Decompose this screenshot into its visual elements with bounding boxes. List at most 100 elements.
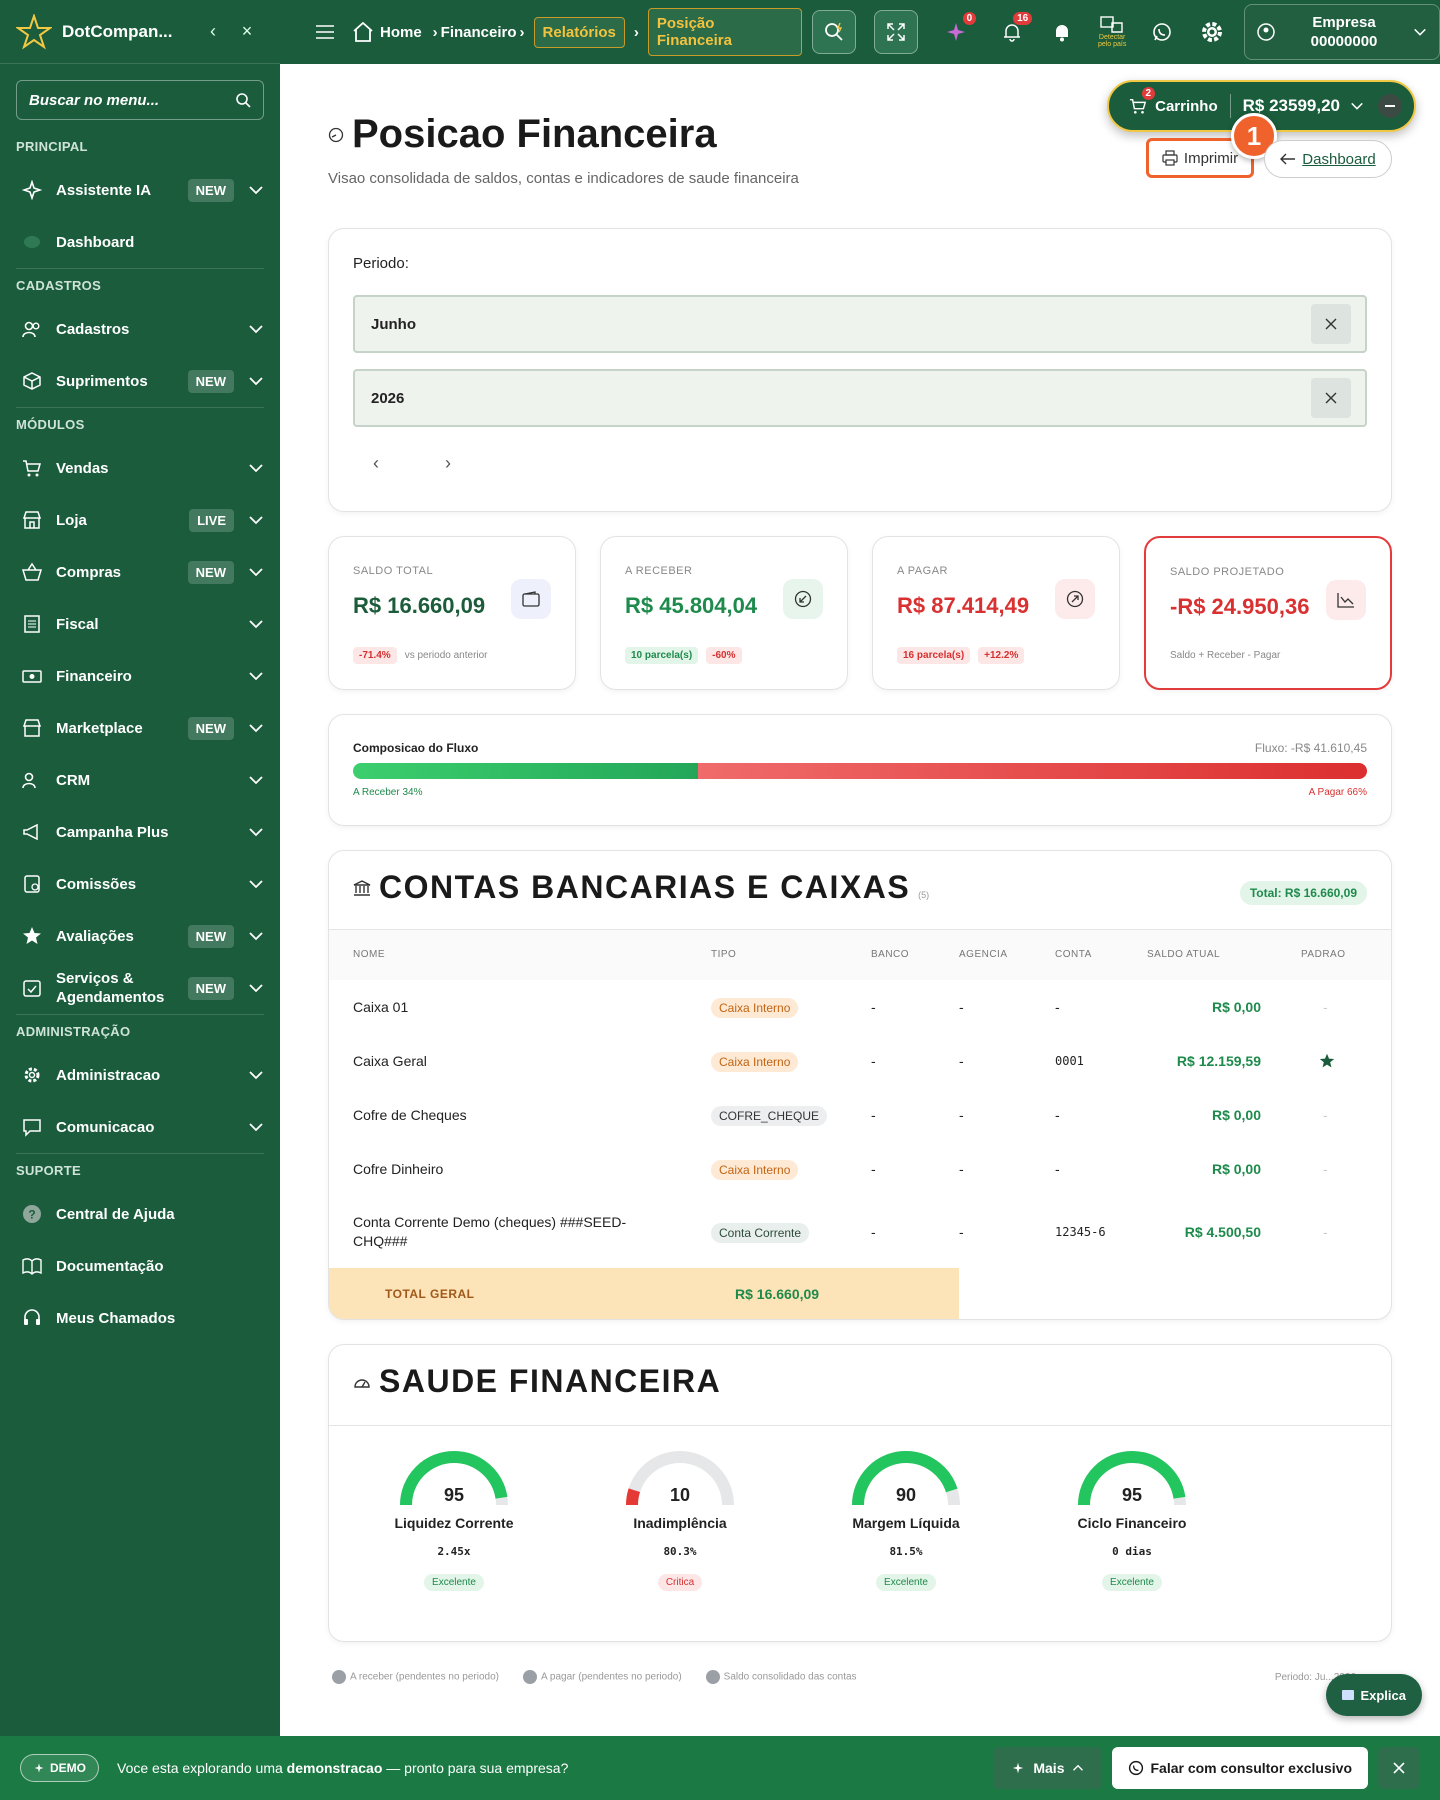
table-row[interactable]: Caixa 01 Caixa Interno - - - R$ 0,00 - (329, 980, 1391, 1034)
back-dashboard-button[interactable]: Dashboard (1264, 140, 1392, 178)
breadcrumb-relatorios[interactable]: Relatórios (533, 16, 625, 48)
sidebar: DotCompan... ‹ × Buscar no menu... PRINC… (0, 0, 280, 1736)
table-row[interactable]: Cofre Dinheiro Caixa Interno - - - R$ 0,… (329, 1142, 1391, 1196)
sidebar-item-label: Suprimentos (56, 372, 148, 390)
sidebar-item-dashboard[interactable]: Dashboard (0, 216, 280, 268)
sidebar-item-suprimentos[interactable]: Suprimentos NEW (0, 355, 280, 407)
demo-banner: DEMO Voce esta explorando uma demonstrac… (0, 1736, 1440, 1800)
next-period-button[interactable]: › (445, 453, 451, 474)
sidebar-item-campanha-plus[interactable]: Campanha Plus (0, 806, 280, 858)
smart-search-button[interactable] (812, 10, 857, 54)
breadcrumb-home[interactable]: Home (352, 22, 422, 42)
sidebar-item-cadastros[interactable]: Cadastros (0, 303, 280, 355)
gear-icon (24, 1067, 40, 1083)
gauge-metric: 81.5% (889, 1545, 923, 1558)
sparkle-icon (34, 1763, 44, 1773)
sidebar-item-comissoes[interactable]: Comissões (0, 858, 280, 910)
kpi-change: -60% (706, 647, 742, 664)
breadcrumb-financeiro[interactable]: Financeiro (441, 24, 517, 41)
settings-button[interactable] (1190, 10, 1234, 54)
sidebar-item-avaliacoes[interactable]: Avaliações NEW (0, 910, 280, 962)
account-name: Conta Corrente Demo (cheques) ###SEED-CH… (353, 1213, 627, 1249)
talk-consultant-button[interactable]: Falar com consultor exclusivo (1112, 1747, 1368, 1789)
sidebar-item-marketplace[interactable]: Marketplace NEW (0, 702, 280, 754)
close-sidebar-icon[interactable]: × (230, 21, 264, 42)
whatsapp-icon (1153, 23, 1171, 41)
table-row[interactable]: Conta Corrente Demo (cheques) ###SEED-CH… (329, 1196, 1391, 1268)
account-banco: - (871, 1160, 876, 1177)
collapse-sidebar-icon[interactable]: ‹ (196, 21, 230, 42)
breadcrumb-posicao[interactable]: Posição Financeira (647, 8, 803, 56)
company-code: 00000000 (1310, 33, 1378, 50)
company-selector[interactable]: Empresa 00000000 (1244, 4, 1440, 60)
sidebar-item-label: Comissões (56, 875, 137, 893)
bell-outline-icon (1004, 24, 1021, 42)
cart-icon (1130, 98, 1147, 114)
month-select[interactable]: Junho (353, 295, 1367, 353)
bell-icon (1054, 25, 1071, 42)
sidebar-item-central-ajuda[interactable]: ? Central de Ajuda (0, 1188, 280, 1240)
more-button[interactable]: Mais (993, 1747, 1103, 1789)
demo-msg-bold: demonstracao (286, 1760, 383, 1776)
alerts-button[interactable] (1040, 10, 1084, 54)
account-padrao: - (1323, 1106, 1328, 1123)
explica-button[interactable]: Explica (1326, 1674, 1422, 1716)
arrow-down-left-circle-icon (783, 579, 823, 619)
hamburger-icon[interactable] (316, 25, 334, 39)
notifications-button[interactable]: 16 (990, 10, 1034, 54)
ai-sparkle-button[interactable]: 0 (934, 10, 978, 54)
chevron-down-icon (249, 464, 263, 473)
new-badge: NEW (187, 924, 234, 948)
clear-year-button[interactable] (1311, 378, 1351, 418)
sidebar-item-servicos[interactable]: Serviços & Agendamentos NEW (0, 962, 280, 1014)
sidebar-item-vendas[interactable]: Vendas (0, 442, 280, 494)
sidebar-item-label: Fiscal (56, 615, 99, 633)
kpi-label: A PAGAR (897, 565, 948, 577)
dashboard-icon (24, 236, 40, 248)
prev-period-button[interactable]: ‹ (373, 453, 379, 474)
table-row[interactable]: Caixa Geral Caixa Interno - - 0001 R$ 12… (329, 1034, 1391, 1088)
year-select[interactable]: 2026 (353, 369, 1367, 427)
sidebar-item-compras[interactable]: Compras NEW (0, 546, 280, 598)
gauge-status-badge: Excelente (424, 1574, 484, 1591)
account-name: Cofre Dinheiro (353, 1160, 444, 1177)
col-agencia: AGENCIA (959, 949, 1008, 961)
demo-msg-post: — pronto para sua empresa? (382, 1760, 569, 1776)
kpi-value: -R$ 24.950,36 (1170, 594, 1310, 619)
sidebar-item-label: Comunicacao (56, 1118, 155, 1136)
new-badge: NEW (187, 369, 234, 393)
sidebar-item-fiscal[interactable]: Fiscal (0, 598, 280, 650)
account-padrao: - (1323, 1160, 1328, 1177)
fullscreen-button[interactable] (874, 10, 919, 54)
sidebar-item-crm[interactable]: CRM (0, 754, 280, 806)
chevron-down-icon (249, 724, 263, 733)
sidebar-item-administracao[interactable]: Administracao (0, 1049, 280, 1101)
legend-item: A receber (pendentes no periodo) (332, 1670, 499, 1684)
legend-pagar: A pagar (pendentes no periodo) (541, 1671, 682, 1683)
account-padrao: - (1323, 1223, 1328, 1240)
sidebar-item-loja[interactable]: Loja LIVE (0, 494, 280, 546)
table-row[interactable]: Cofre de Cheques COFRE_CHEQUE - - - R$ 0… (329, 1088, 1391, 1142)
chevron-down-icon (1414, 28, 1426, 36)
accounts-card: CONTAS BANCARIAS E CAIXAS (5) Total: R$ … (328, 850, 1392, 1320)
account-agencia: - (959, 1052, 964, 1069)
sidebar-item-label: Financeiro (56, 667, 132, 685)
menu-search-input[interactable]: Buscar no menu... (16, 80, 264, 120)
clear-month-button[interactable] (1311, 304, 1351, 344)
detect-country-button[interactable]: Detectar pelo país (1090, 10, 1134, 54)
account-agencia: - (959, 1160, 964, 1177)
sidebar-item-comunicacao[interactable]: Comunicacao (0, 1101, 280, 1153)
close-demo-button[interactable] (1378, 1747, 1420, 1789)
sidebar-item-financeiro[interactable]: Financeiro (0, 650, 280, 702)
col-banco: BANCO (871, 949, 910, 961)
book-icon (22, 1258, 42, 1275)
sidebar-item-meus-chamados[interactable]: Meus Chamados (0, 1292, 280, 1344)
gauge-name: Inadimplência (633, 1515, 727, 1531)
megaphone-icon (23, 823, 38, 841)
sparkle-icon (22, 180, 42, 200)
minimize-cart-button[interactable] (1378, 94, 1402, 118)
whatsapp-button[interactable] (1140, 10, 1184, 54)
sidebar-item-assistente-ia[interactable]: Assistente IA NEW (0, 164, 280, 216)
sidebar-item-documentacao[interactable]: Documentação (0, 1240, 280, 1292)
col-padrao: PADRAO (1301, 949, 1346, 961)
